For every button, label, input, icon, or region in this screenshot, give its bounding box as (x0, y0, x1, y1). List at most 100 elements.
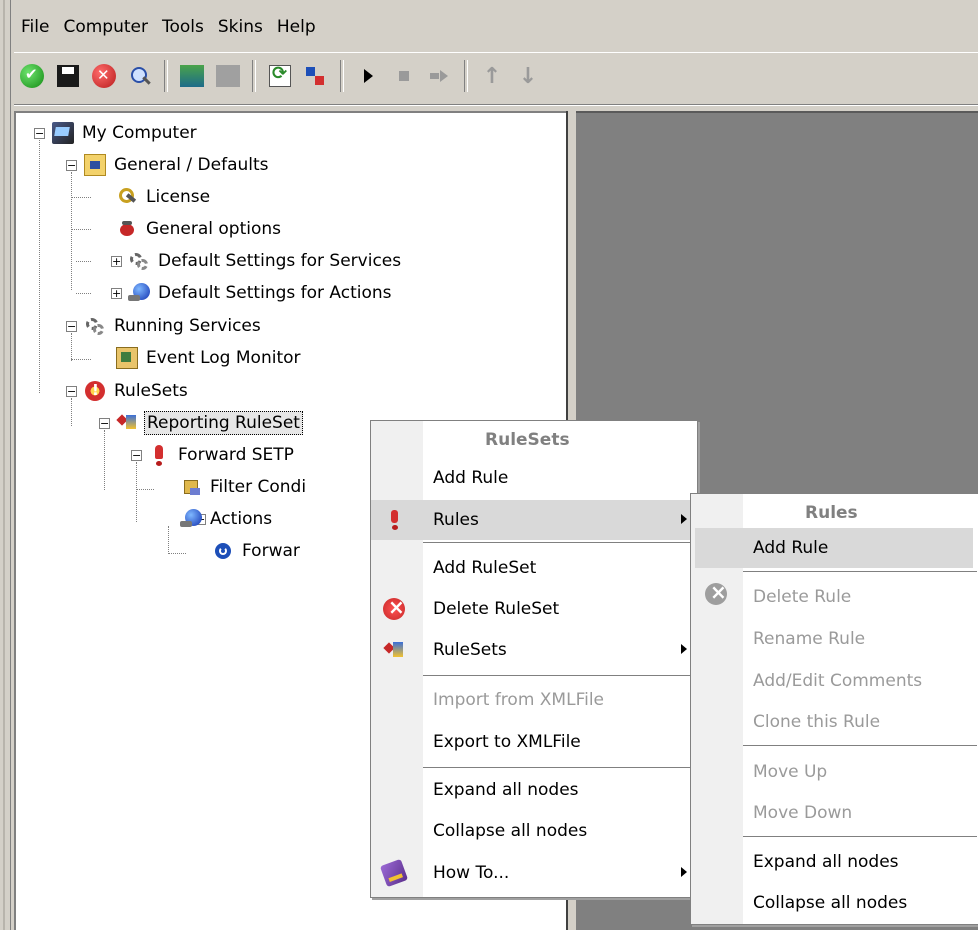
search-button[interactable] (122, 58, 158, 94)
ok-icon (20, 64, 44, 88)
expand-toggle[interactable]: + (111, 288, 122, 299)
submenu-move-up[interactable]: Move Up (691, 752, 977, 792)
menu-separator (423, 767, 697, 768)
tree-node-rulesets[interactable]: RuleSets (84, 375, 190, 407)
collapse-toggle[interactable]: − (131, 450, 142, 461)
tree-node-actions[interactable]: Actions (180, 503, 274, 535)
globe-icon (128, 282, 150, 304)
submenu-clone-rule[interactable]: Clone this Rule (691, 702, 977, 742)
tree-button[interactable] (298, 58, 334, 94)
search-icon (129, 65, 151, 87)
tree-node-general-options[interactable]: General options (116, 213, 283, 245)
menu-help[interactable]: Help (270, 10, 323, 44)
collapse-toggle[interactable]: − (34, 128, 45, 139)
menu-how-to[interactable]: How To... (371, 853, 697, 893)
tree-line (136, 489, 154, 490)
collapse-toggle[interactable]: − (66, 321, 77, 332)
rules-menu-title: Rules (805, 503, 858, 523)
delete-icon (705, 580, 727, 605)
folder-icon (84, 154, 106, 176)
next-icon (430, 70, 450, 82)
play-button[interactable] (350, 58, 386, 94)
move-down-button[interactable]: ↓ (510, 58, 546, 94)
disabled-button[interactable] (210, 58, 246, 94)
submenu-add-rule[interactable]: Add Rule (695, 528, 973, 568)
menu-separator (423, 675, 697, 676)
tree-line (71, 398, 72, 426)
tree-line (168, 553, 186, 554)
ok-button[interactable] (14, 58, 50, 94)
cancel-icon (92, 64, 116, 88)
tree-node-default-actions[interactable]: Default Settings for Actions (128, 277, 394, 309)
menubar: File Computer Tools Skins Help (14, 10, 323, 44)
tree-node-event-log-monitor[interactable]: Event Log Monitor (116, 342, 303, 374)
disabled-icon (216, 65, 240, 87)
help-book-icon (379, 858, 409, 888)
rulesets-icon (84, 380, 106, 402)
stop-icon (399, 71, 409, 81)
tree-line (71, 359, 91, 360)
play-icon (363, 69, 373, 83)
toolbar-separator (464, 60, 468, 92)
menu-file[interactable]: File (14, 10, 56, 44)
tree-line (39, 140, 40, 393)
collapse-toggle[interactable]: − (99, 418, 110, 429)
gears-icon (84, 315, 106, 337)
tree-node-reporting-ruleset[interactable]: Reporting RuleSet (116, 407, 303, 439)
menu-export-xml[interactable]: Export to XMLFile (371, 722, 697, 762)
stop-button[interactable] (386, 58, 422, 94)
tree-node-default-services[interactable]: Default Settings for Services (128, 245, 403, 277)
ruleset-context-menu: RuleSets Add Rule Rules Add RuleSet Dele… (370, 420, 698, 898)
menu-skins[interactable]: Skins (211, 10, 270, 44)
tree-line (71, 172, 72, 290)
menu-computer[interactable]: Computer (56, 10, 155, 44)
menu-import-xml[interactable]: Import from XMLFile (371, 680, 697, 720)
tree-node-filter-conditions[interactable]: Filter Condi (180, 471, 308, 503)
delete-icon (383, 595, 405, 620)
save-button[interactable] (50, 58, 86, 94)
event-log-icon (116, 347, 138, 369)
collapse-toggle[interactable]: − (66, 386, 77, 397)
tree-node-general-defaults[interactable]: General / Defaults (84, 149, 271, 181)
submenu-expand-all[interactable]: Expand all nodes (691, 842, 977, 882)
refresh-button[interactable] (262, 58, 298, 94)
move-up-button[interactable]: ↑ (474, 58, 510, 94)
ruleset-icon (383, 639, 405, 661)
menu-rulesets[interactable]: RuleSets (371, 630, 697, 670)
gears-icon (128, 250, 150, 272)
submenu-arrow-icon (681, 514, 687, 524)
submenu-arrow-icon (681, 644, 687, 654)
rules-submenu: Rules Add Rule Delete Rule Rename Rule A… (690, 493, 978, 925)
submenu-rename-rule[interactable]: Rename Rule (691, 619, 977, 659)
tree-node-license[interactable]: License (116, 181, 212, 213)
submenu-move-down[interactable]: Move Down (691, 793, 977, 833)
menu-rules[interactable]: Rules (371, 500, 697, 540)
keys-icon (116, 186, 138, 208)
tree-line (104, 430, 105, 490)
tree-line (71, 197, 91, 198)
bug-icon (116, 218, 138, 240)
menu-delete-ruleset[interactable]: Delete RuleSet (371, 589, 697, 629)
submenu-delete-rule[interactable]: Delete Rule (691, 577, 977, 617)
collapse-toggle[interactable]: − (66, 160, 77, 171)
menu-separator (743, 571, 977, 572)
menu-collapse-all[interactable]: Collapse all nodes (371, 811, 697, 851)
arrow-up-icon: ↑ (482, 63, 502, 89)
toolbar: ↑ ↓ (14, 52, 978, 99)
submenu-add-edit-comments[interactable]: Add/Edit Comments (691, 661, 977, 701)
menu-add-ruleset[interactable]: Add RuleSet (371, 548, 697, 588)
globe-icon (180, 508, 202, 530)
tree-node-my-computer[interactable]: My Computer (52, 117, 199, 149)
tree-node-running-services[interactable]: Running Services (84, 310, 263, 342)
tree-node-forward-action[interactable]: Forwar (212, 535, 302, 567)
menu-add-rule[interactable]: Add Rule (371, 458, 697, 498)
next-button[interactable] (422, 58, 458, 94)
tree-node-forward-setp[interactable]: Forward SETP (148, 439, 296, 471)
expand-toggle[interactable]: + (111, 256, 122, 267)
server-button[interactable] (174, 58, 210, 94)
menu-tools[interactable]: Tools (155, 10, 211, 44)
cancel-button[interactable] (86, 58, 122, 94)
submenu-collapse-all[interactable]: Collapse all nodes (691, 883, 977, 923)
window-frame-left (0, 0, 11, 930)
menu-expand-all[interactable]: Expand all nodes (371, 770, 697, 810)
